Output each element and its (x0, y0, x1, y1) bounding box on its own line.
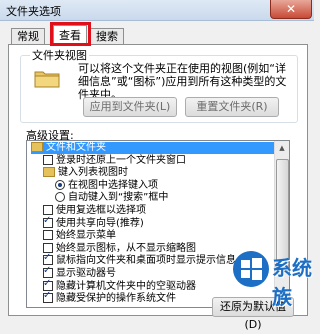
setting-label: 使用共享向导(推荐) (56, 217, 144, 229)
setting-label: 隐藏计算机文件夹中的空驱动器 (56, 280, 196, 292)
watermark-text: 系统族 (272, 256, 312, 309)
tab-search[interactable]: 搜索 (90, 28, 124, 45)
checkbox[interactable] (43, 265, 53, 278)
windows-logo-icon (233, 251, 269, 287)
setting-item[interactable]: 始终显示菜单 (43, 230, 116, 242)
setting-label: 鼠标指向文件夹和桌面项时显示提示信息 (56, 255, 236, 267)
checkbox[interactable] (43, 215, 53, 228)
setting-item[interactable]: 隐藏计算机文件夹中的空驱动器 (43, 278, 196, 293)
setting-label: 始终显示菜单 (56, 230, 116, 242)
setting-item[interactable]: 自动键入到“搜索”框中 (55, 192, 168, 204)
close-icon: ✕ (285, 2, 297, 16)
setting-item[interactable]: 鼠标指向文件夹和桌面项时显示提示信息 (43, 252, 236, 267)
setting-label: 在视图中选择键入项 (68, 179, 158, 191)
window-title: 文件夹选项 (6, 5, 61, 18)
setting-item[interactable]: 使用复选框以选择项 (43, 205, 146, 217)
setting-label: 键入列表视图时 (58, 167, 128, 179)
tab-general[interactable]: 常规 (11, 28, 45, 45)
setting-item[interactable]: 显示驱动器号 (43, 265, 116, 280)
scroll-up-icon[interactable]: ▲ (275, 141, 289, 155)
apply-to-folders-button[interactable]: 应用到文件夹(L) (83, 97, 177, 117)
radio-button[interactable] (55, 192, 65, 203)
tab-highlight-annotation (50, 22, 91, 46)
checkbox[interactable] (43, 252, 53, 266)
setting-item[interactable]: 在视图中选择键入项 (55, 179, 158, 192)
setting-label: 显示驱动器号 (56, 268, 116, 279)
setting-label: 使用复选框以选择项 (56, 205, 146, 216)
title-bar: 文件夹选项 ✕ (0, 0, 314, 21)
setting-label: 登录时还原上一个文件夹窗口 (56, 154, 186, 166)
checkbox[interactable] (43, 205, 53, 215)
checkbox[interactable] (43, 230, 53, 241)
setting-label: 自动键入到“搜索”框中 (68, 192, 169, 204)
checkbox[interactable] (43, 154, 53, 165)
checkbox[interactable] (43, 278, 53, 291)
folder-view-description: 可以将这个文件夹正在使用的视图(例如“详细信息”或“图标”)应用到所有这种类型的… (78, 62, 287, 101)
reset-folders-button[interactable]: 重置文件夹(R) (185, 97, 279, 117)
checkbox[interactable] (43, 290, 53, 304)
checkbox[interactable] (43, 242, 53, 253)
setting-label: 始终显示图标，从不显示缩略图 (56, 242, 196, 254)
setting-item[interactable]: 隐藏受保护的操作系统文件 (43, 290, 176, 305)
folder-view-legend: 文件夹视图 (30, 47, 89, 63)
setting-label: 隐藏受保护的操作系统文件 (56, 293, 176, 305)
close-button[interactable]: ✕ (270, 0, 312, 19)
setting-item[interactable]: 使用共享向导(推荐) (43, 215, 144, 230)
folder-icon (34, 71, 60, 88)
folder-icon (43, 167, 55, 178)
folder-icon (31, 142, 43, 152)
setting-item[interactable]: 登录时还原上一个文件夹窗口 (43, 154, 186, 167)
setting-item[interactable]: 文件和文件夹 (31, 142, 285, 154)
setting-item[interactable]: 始终显示图标，从不显示缩略图 (43, 242, 196, 255)
watermark: 系统族 (232, 248, 314, 309)
radio-button[interactable] (55, 179, 65, 190)
setting-label: 文件和文件夹 (46, 142, 106, 153)
setting-item[interactable]: 键入列表视图时 (43, 167, 128, 179)
